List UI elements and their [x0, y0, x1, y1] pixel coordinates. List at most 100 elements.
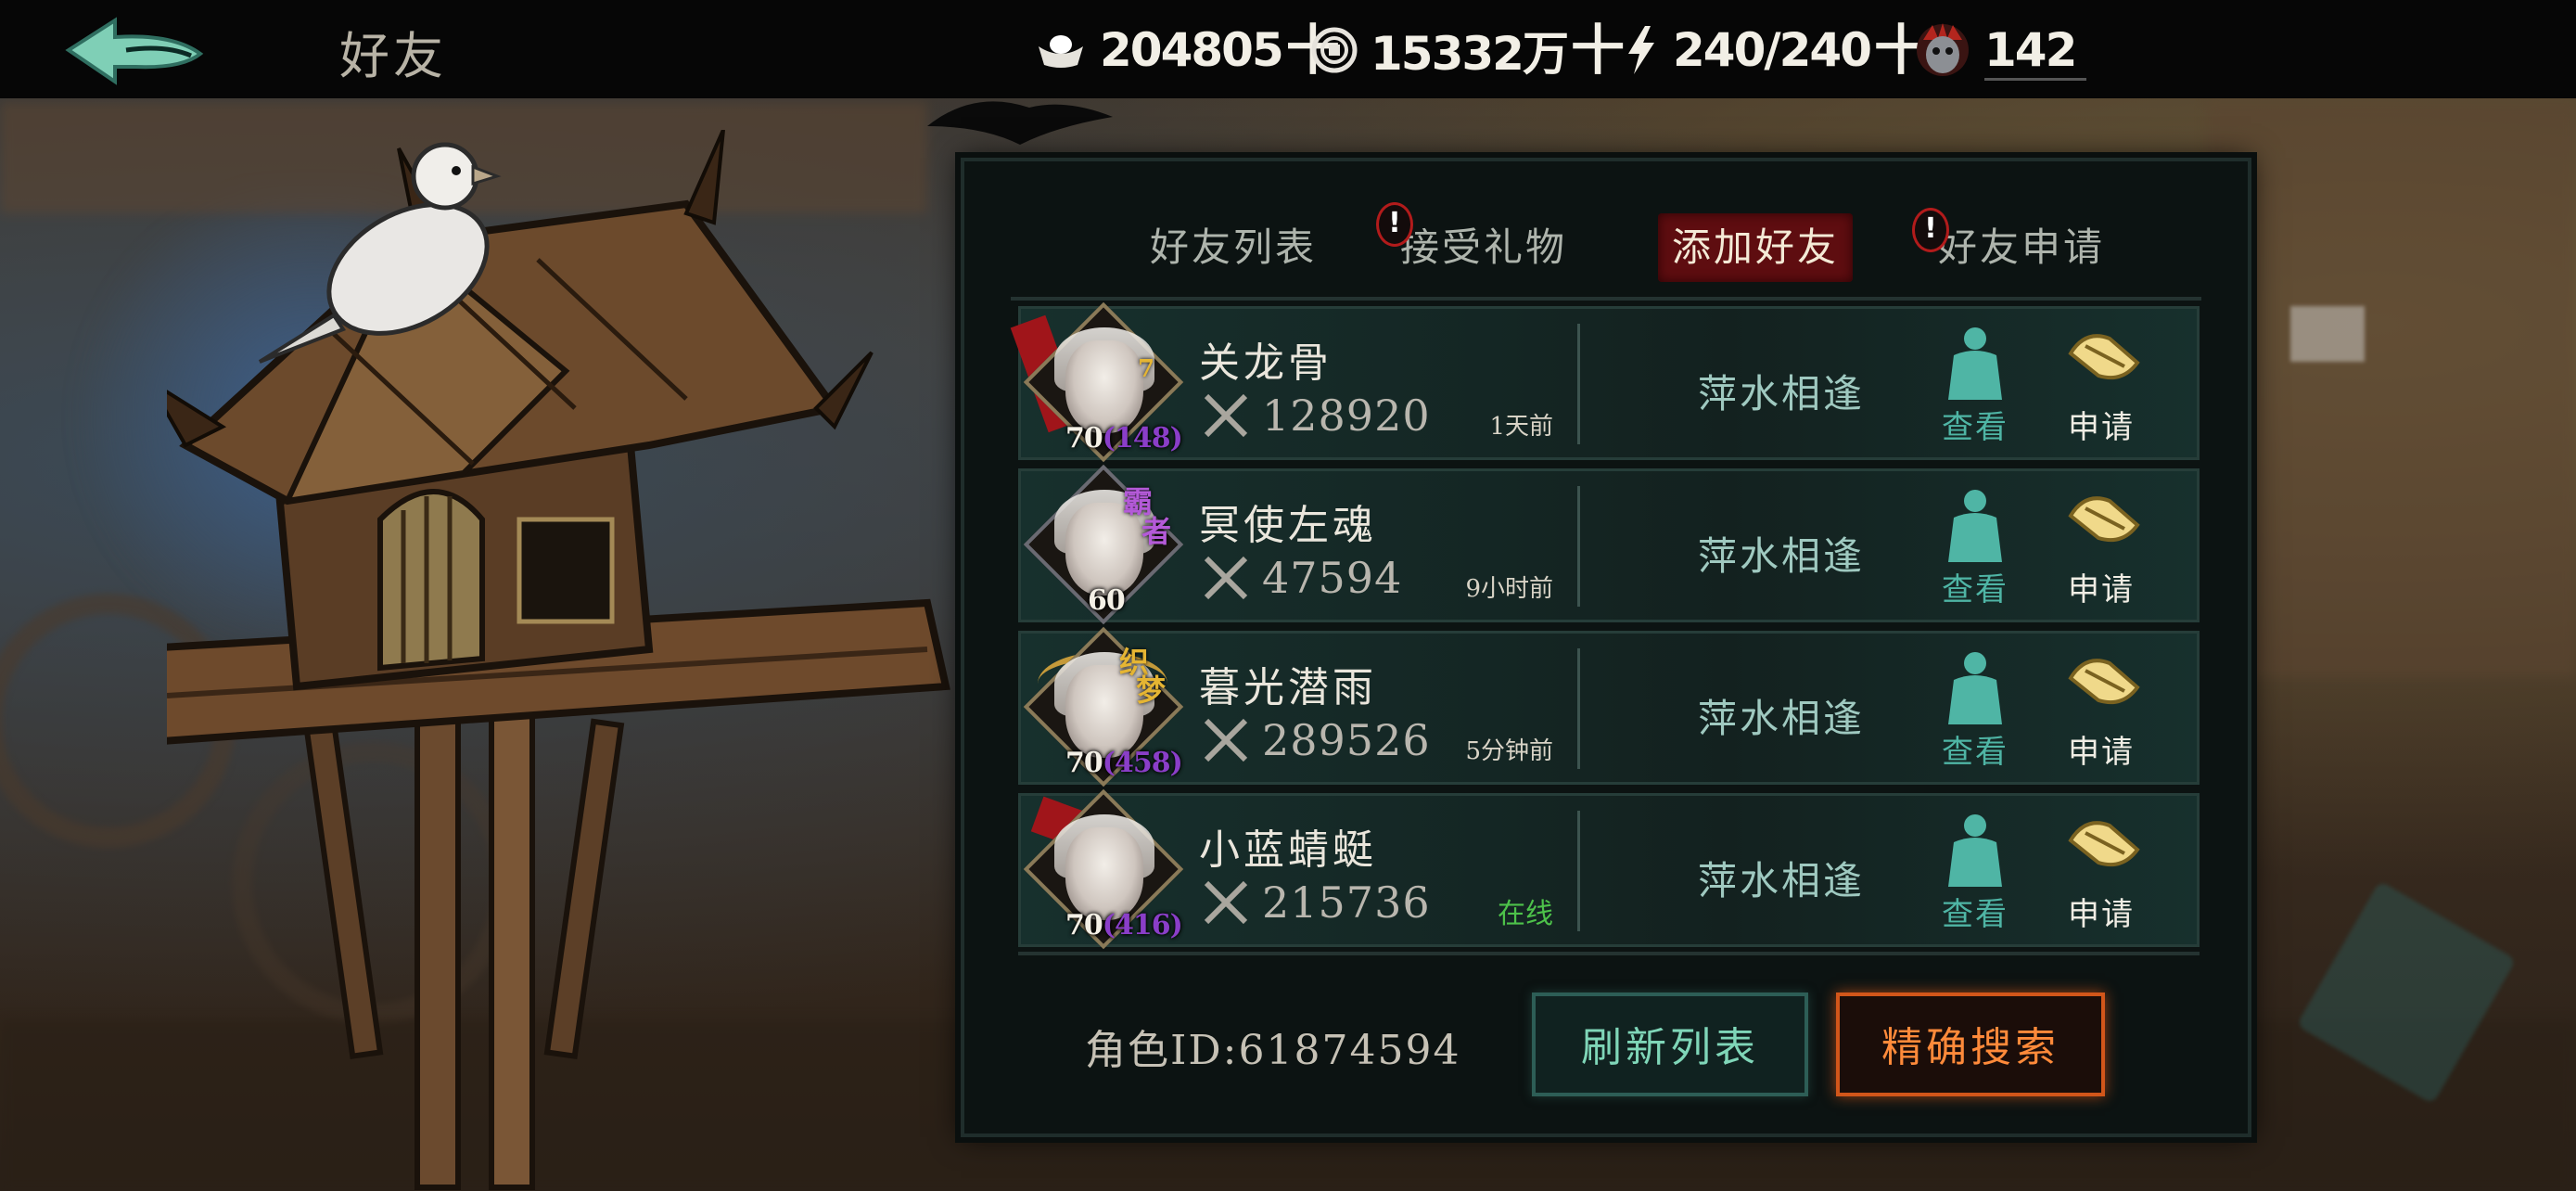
notification-badge: ! [1376, 202, 1413, 247]
stamina-value: 240/240 [1673, 23, 1872, 77]
scroll-letter-icon [2068, 496, 2140, 543]
divider [1577, 811, 1580, 931]
role-id: 角色ID:61874594 [1085, 1027, 1461, 1074]
avatar-face [1065, 340, 1143, 433]
person-silhouette-icon [1948, 327, 2002, 400]
relation-status: 萍水相逢 [1697, 696, 1865, 741]
level-main: 70 [1065, 747, 1103, 779]
level-sub: (148) [1102, 422, 1183, 455]
tab-receive-gifts[interactable]: 接受礼物 [1391, 213, 1576, 282]
combat-power: 128920 [1262, 391, 1431, 441]
person-silhouette-icon [1948, 814, 2002, 887]
player-level: 70(458) [1065, 747, 1183, 779]
crossed-swords-icon [1204, 880, 1248, 925]
view-label: 查看 [1942, 896, 2009, 933]
copper-coin-icon [1311, 27, 1358, 73]
mask-resource: 142 [1914, 22, 2077, 78]
crow-silhouette [927, 101, 1113, 145]
tab-bar: 好友列表 接受礼物 ! 添加好友 好友申请 ! [1020, 189, 2198, 304]
level-sub: (416) [1102, 909, 1183, 941]
apply-label: 申请 [2068, 409, 2135, 446]
scroll-letter-icon [2068, 821, 2140, 867]
avatar[interactable]: 70(416) [1023, 788, 1184, 950]
divider [1018, 952, 2200, 955]
coin-resource: 15332万 十 [1311, 22, 1625, 81]
view-button[interactable]: 查看 [1924, 322, 2026, 452]
apply-label: 申请 [2068, 571, 2135, 608]
player-name: 冥使左魂 [1199, 502, 1377, 549]
background-structure-right [2207, 102, 2576, 677]
avatar-mark: 7 [1138, 355, 1155, 383]
online-status: 在线 [1498, 898, 1553, 930]
divider [1011, 297, 2201, 301]
exact-search-button[interactable]: 精确搜索 [1836, 992, 2105, 1096]
avatar-title-tag: 梦 [1136, 672, 1167, 708]
friend-row: 7 70(148) 关龙骨 128920 1天前 萍水相逢 查看 申请 [1010, 301, 2200, 463]
view-button[interactable]: 查看 [1924, 484, 2026, 614]
avatar[interactable]: 7 70(148) [1010, 301, 1184, 463]
combat-power: 215736 [1262, 877, 1431, 928]
level-main: 70 [1065, 909, 1103, 941]
relation-status: 萍水相逢 [1697, 371, 1865, 416]
last-seen: 5分钟前 [1465, 737, 1553, 765]
tab-friend-list[interactable]: 好友列表 [1141, 213, 1326, 282]
mask-value: 142 [1984, 23, 2077, 77]
friend-row: 织 梦 70(458) 暮光潜雨 289526 5分钟前 萍水相逢 查看 申请 [1018, 626, 2200, 788]
divider [1577, 324, 1580, 444]
divider [1984, 78, 2086, 81]
friend-row: 霸 者 60 冥使左魂 47594 9小时前 萍水相逢 查看 申请 [1018, 464, 2200, 625]
avatar-title-tag: 者 [1141, 514, 1172, 549]
level-main: 70 [1065, 422, 1103, 455]
lightning-icon [1628, 26, 1654, 74]
blurred-sign [2290, 306, 2365, 362]
friends-panel: 好友列表 接受礼物 ! 添加好友 好友申请 ! 7 70(148) 关龙骨 12… [961, 158, 2251, 1137]
apply-button[interactable]: 申请 [2050, 647, 2152, 776]
friend-row: 70(416) 小蓝蜻蜓 215736 在线 萍水相逢 查看 申请 [1018, 788, 2200, 950]
tab-add-friend[interactable]: 添加好友 [1658, 213, 1853, 282]
tab-label: 好友列表 [1149, 224, 1317, 270]
last-seen: 9小时前 [1465, 575, 1553, 603]
silver-ingot-icon [1039, 35, 1083, 68]
tab-friend-requests[interactable]: 好友申请 [1929, 213, 2114, 282]
tab-label: 添加好友 [1671, 224, 1839, 270]
person-silhouette-icon [1948, 652, 2002, 724]
player-name: 小蓝蜻蜓 [1199, 826, 1377, 874]
apply-button[interactable]: 申请 [2050, 809, 2152, 939]
refresh-list-button[interactable]: 刷新列表 [1532, 992, 1808, 1096]
add-coin-button[interactable]: 十 [1571, 23, 1625, 77]
view-label: 查看 [1942, 734, 2009, 771]
person-silhouette-icon [1948, 490, 2002, 562]
view-button[interactable]: 查看 [1924, 647, 2026, 776]
scroll-letter-icon [2068, 659, 2140, 705]
player-level: 70(416) [1065, 909, 1183, 941]
avatar[interactable]: 织 梦 70(458) [1023, 626, 1184, 788]
back-button[interactable] [61, 13, 210, 87]
player-level: 70(148) [1065, 422, 1183, 455]
last-seen: 1天前 [1489, 413, 1553, 441]
tab-label: 接受礼物 [1399, 224, 1567, 270]
combat-power: 47594 [1262, 553, 1403, 603]
crossed-swords-icon [1204, 393, 1248, 438]
page-title: 好友 [339, 27, 447, 85]
view-label: 查看 [1942, 571, 2009, 608]
silver-value: 204805 [1100, 23, 1284, 77]
stamina-resource: 240/240 十 [1623, 22, 1928, 78]
tab-label: 好友申请 [1937, 224, 2105, 270]
relation-status: 萍水相逢 [1697, 533, 1865, 579]
player-level: 60 [1088, 584, 1126, 617]
apply-button[interactable]: 申请 [2050, 322, 2152, 452]
player-name: 暮光潜雨 [1199, 664, 1377, 711]
back-arrow-icon [65, 17, 204, 85]
view-label: 查看 [1942, 409, 2009, 446]
coin-value: 15332万 [1371, 27, 1569, 81]
player-name: 关龙骨 [1199, 339, 1333, 387]
combat-power: 289526 [1262, 715, 1431, 765]
apply-button[interactable]: 申请 [2050, 484, 2152, 614]
apply-label: 申请 [2068, 896, 2135, 933]
view-button[interactable]: 查看 [1924, 809, 2026, 939]
level-sub: (458) [1102, 747, 1183, 779]
notification-badge: ! [1912, 208, 1949, 252]
avatar[interactable]: 霸 者 60 [1023, 464, 1184, 625]
divider [1577, 648, 1580, 769]
divider [1577, 486, 1580, 607]
